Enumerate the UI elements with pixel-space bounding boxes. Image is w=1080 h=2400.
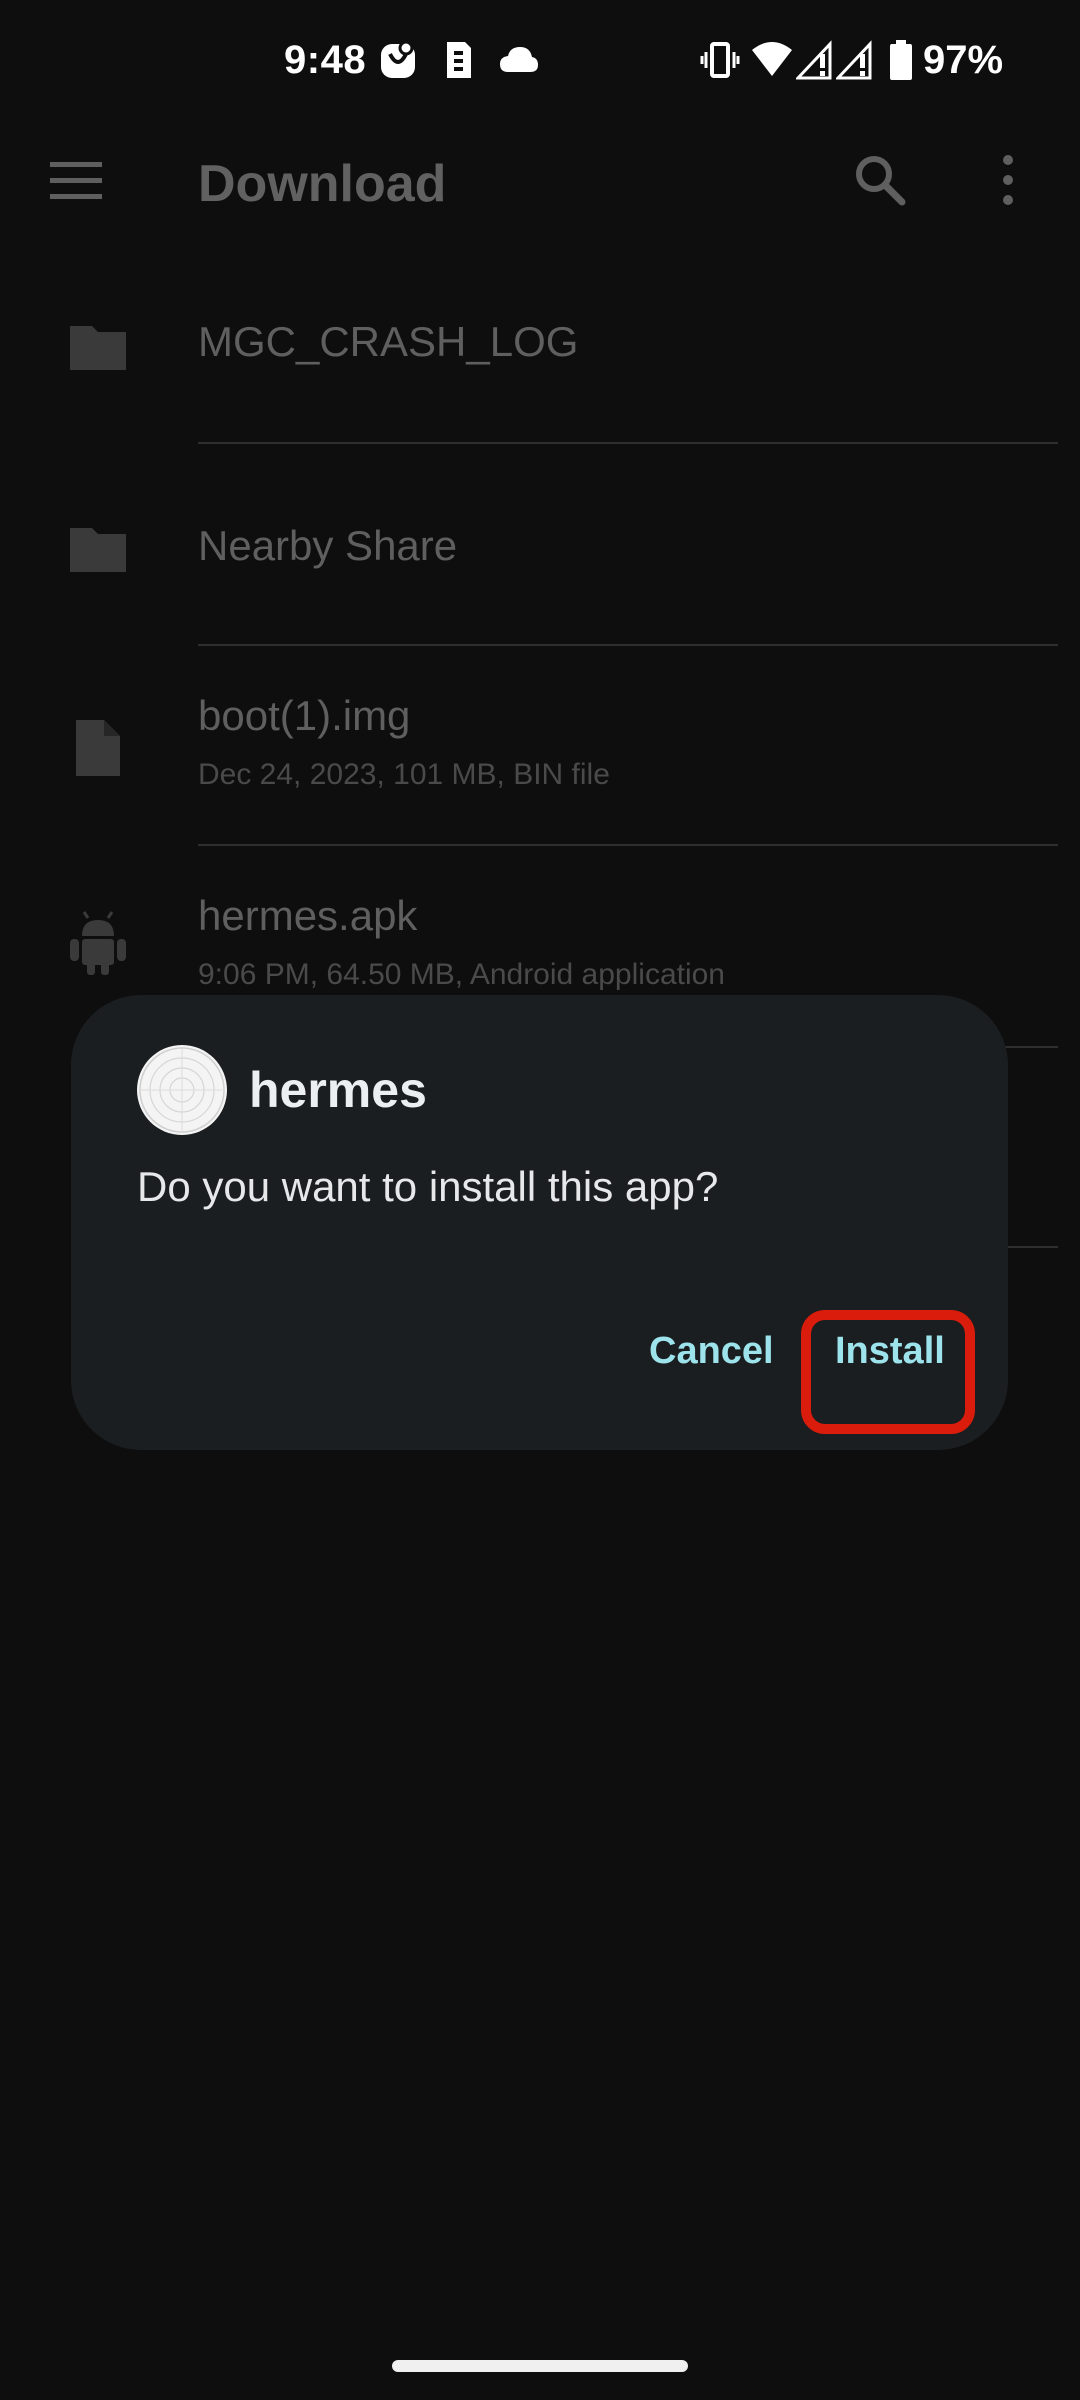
vibrate-icon [700,42,740,78]
battery-percent: 97% [923,38,1004,82]
android-icon [70,911,126,975]
status-bar: 9:48 97% [0,0,1080,124]
notification-badge-icon [381,40,415,78]
cancel-button[interactable]: Cancel [649,1330,774,1373]
file-name: hermes.apk [198,892,418,939]
dialog-title: hermes [249,1062,427,1118]
sim-card-icon [447,42,471,78]
install-dialog: hermes Do you want to install this app? … [71,995,1008,1450]
list-item[interactable]: MGC_CRASH_LOG [0,238,1080,438]
file-meta: Dec 24, 2023, 101 MB, BIN file [198,758,610,791]
app-bar: Download [0,124,1080,238]
search-icon[interactable] [852,152,908,208]
more-vert-icon[interactable] [994,152,1022,208]
file-name: MGC_CRASH_LOG [198,318,579,365]
list-item[interactable]: Nearby Share [0,444,1080,644]
signal-icon [836,40,872,80]
file-icon [76,720,120,776]
screen: 9:48 97% Download MGC_CRASH_LOG Nearby S… [0,0,1080,2400]
cloud-icon [500,47,538,72]
install-button[interactable]: Install [835,1330,945,1373]
dialog-message: Do you want to install this app? [137,1163,719,1210]
wifi-icon [752,42,792,76]
menu-icon[interactable] [50,160,102,202]
app-icon [137,1045,227,1135]
signal-icon [796,40,832,80]
file-meta: 9:06 PM, 64.50 MB, Android application [198,958,725,991]
folder-icon [70,528,126,572]
file-name: boot(1).img [198,692,411,739]
status-time: 9:48 [284,38,367,82]
home-indicator[interactable] [392,2360,688,2372]
battery-icon [890,40,912,80]
list-item[interactable]: boot(1).img Dec 24, 2023, 101 MB, BIN fi… [0,646,1080,846]
file-name: Nearby Share [198,522,458,569]
radar-icon [139,1047,225,1133]
folder-icon [70,326,126,370]
page-title: Download [198,155,447,213]
